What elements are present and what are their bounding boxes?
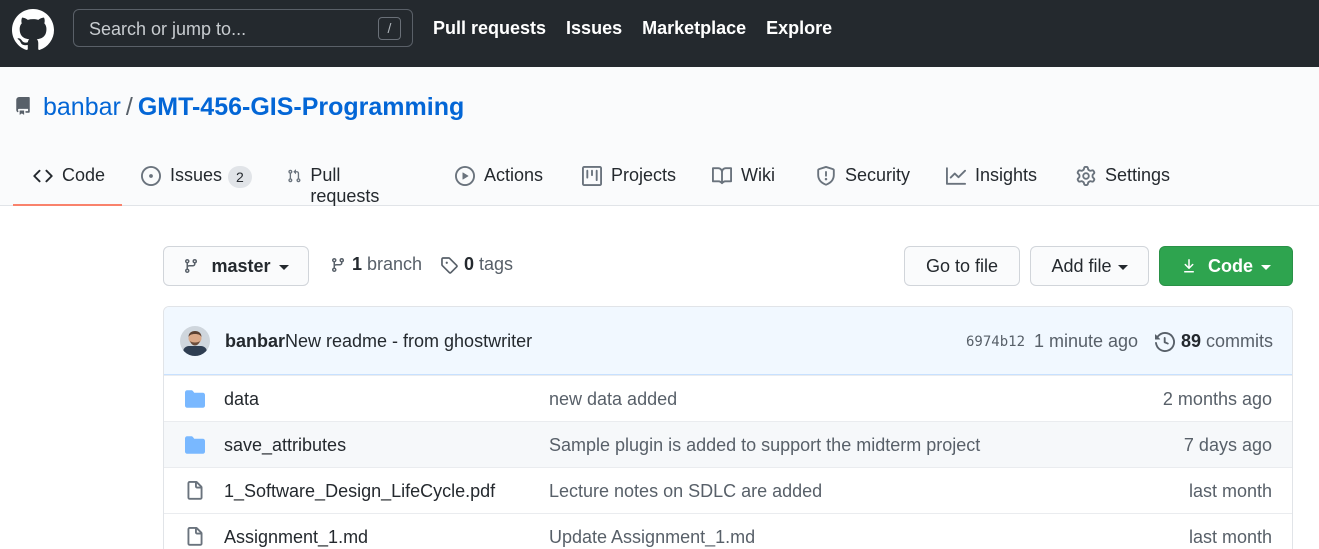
tab-code[interactable]: Code (13, 155, 122, 206)
issue-icon (141, 166, 161, 186)
avatar[interactable] (180, 326, 210, 356)
commit-sha-link[interactable]: 6974b12 (966, 334, 1025, 350)
tab-code-label: Code (62, 165, 106, 185)
tab-projects-label: Projects (611, 165, 677, 185)
graph-icon (946, 167, 966, 185)
tab-insights[interactable]: Insights (946, 155, 1037, 206)
file-commit-message-link[interactable]: new data added (549, 389, 677, 410)
pull-request-icon (288, 169, 301, 183)
global-header: Search or jump to... / Pull requests Iss… (0, 0, 1319, 67)
branches-link[interactable]: 1 branch (330, 254, 422, 275)
add-file-button[interactable]: Add file (1030, 246, 1149, 286)
code-button-label: Code (1208, 255, 1253, 276)
search-placeholder: Search or jump to... (89, 19, 247, 39)
branch-select-button[interactable]: master (163, 246, 309, 286)
gear-icon (1076, 166, 1096, 186)
file-age: last month (1188, 481, 1272, 501)
repo-title: banbar / GMT-456-GIS-Programming (43, 93, 464, 122)
tab-settings-label: Settings (1105, 165, 1171, 185)
tags-link[interactable]: 0 tags (440, 254, 513, 275)
commit-author-link[interactable]: banbar (225, 331, 285, 352)
code-download-button[interactable]: Code (1159, 246, 1293, 286)
repo-header: banbar / GMT-456-GIS-Programming Code Issu… (0, 67, 1319, 206)
code-icon (33, 169, 53, 183)
file-row[interactable]: 1_Software_Design_LifeCycle.pdf Lecture … (164, 467, 1292, 513)
file-age: last month (1188, 527, 1272, 547)
file-age: 7 days ago (1183, 435, 1272, 455)
branch-count-label: branch (367, 254, 423, 274)
tab-security[interactable]: Security (816, 155, 910, 206)
latest-commit-bar: banbar New readme - from ghostwriter 697… (164, 307, 1292, 375)
file-commit-message-link[interactable]: Sample plugin is added to support the mi… (549, 435, 980, 456)
tab-actions-label: Actions (484, 165, 544, 185)
history-icon (1155, 331, 1175, 352)
nav-explore[interactable]: Explore (766, 18, 832, 39)
go-to-file-label: Go to file (925, 255, 999, 276)
tab-settings[interactable]: Settings (1076, 155, 1170, 206)
tab-actions[interactable]: Actions (455, 155, 543, 206)
global-nav: Pull requests Issues Marketplace Explore (433, 18, 832, 39)
search-shortcut-key: / (378, 17, 401, 40)
file-commit-message-link[interactable]: Lecture notes on SDLC are added (549, 481, 822, 502)
file-row[interactable]: data new data added 2 months ago (164, 375, 1292, 421)
file-name-link[interactable]: Assignment_1.md (224, 527, 368, 548)
tab-issues-label: Issues (170, 165, 223, 185)
branch-name: master (211, 255, 271, 276)
tab-security-label: Security (845, 165, 911, 185)
branch-icon (331, 257, 344, 272)
file-listing: banbar New readme - from ghostwriter 697… (163, 306, 1293, 549)
file-row[interactable]: Assignment_1.md Update Assignment_1.md l… (164, 513, 1292, 549)
tab-projects[interactable]: Projects (582, 155, 676, 206)
avatar-image (180, 326, 210, 356)
repo-owner-link[interactable]: banbar (43, 93, 121, 121)
file-row[interactable]: save_attributes Sample plugin is added t… (164, 421, 1292, 467)
folder-icon (185, 390, 205, 408)
file-age: 2 months ago (1162, 389, 1272, 409)
branch-icon (185, 259, 198, 274)
commit-count: 89 (1181, 331, 1202, 351)
folder-icon (185, 436, 205, 454)
nav-marketplace[interactable]: Marketplace (642, 18, 746, 39)
commit-time: 1 minute ago (1034, 331, 1139, 351)
nav-pull-requests[interactable]: Pull requests (433, 18, 546, 39)
chevron-down-icon (1117, 264, 1128, 270)
tab-wiki-label: Wiki (741, 165, 775, 185)
shield-icon (817, 166, 835, 186)
tab-issues[interactable]: Issues 2 (141, 155, 252, 206)
branch-count: 1 (352, 254, 363, 274)
repo-icon (16, 97, 30, 115)
chevron-down-icon (278, 264, 289, 270)
project-icon (582, 166, 602, 186)
file-name-link[interactable]: save_attributes (224, 435, 346, 456)
go-to-file-button[interactable]: Go to file (904, 246, 1020, 286)
book-icon (712, 167, 732, 185)
tag-count-label: tags (479, 254, 514, 274)
file-name-link[interactable]: 1_Software_Design_LifeCycle.pdf (224, 481, 495, 502)
play-icon (455, 166, 475, 186)
nav-issues[interactable]: Issues (566, 18, 622, 39)
repo-name-link[interactable]: GMT-456-GIS-Programming (138, 93, 464, 121)
commits-history-link[interactable]: 89 commits (1155, 331, 1273, 352)
file-commit-message-link[interactable]: Update Assignment_1.md (549, 527, 755, 548)
tag-count: 0 (464, 254, 475, 274)
search-input[interactable]: Search or jump to... / (73, 9, 413, 47)
tab-wiki[interactable]: Wiki (712, 155, 775, 206)
repo-title-separator: / (125, 93, 133, 121)
tab-pull-requests-label: Pull requests (310, 165, 380, 206)
chevron-down-icon (1261, 264, 1271, 270)
add-file-label: Add file (1051, 255, 1112, 276)
issues-count-badge: 2 (228, 166, 252, 188)
commit-count-label: commits (1206, 331, 1274, 351)
tag-icon (441, 256, 458, 274)
file-icon (187, 527, 203, 546)
file-name-link[interactable]: data (224, 389, 259, 410)
commit-message-link[interactable]: New readme - from ghostwriter (285, 331, 532, 352)
file-icon (187, 481, 203, 500)
github-logo-icon[interactable] (12, 9, 54, 51)
download-icon (1184, 259, 1194, 273)
tab-pull-requests[interactable]: Pull requests (287, 155, 385, 206)
tab-insights-label: Insights (975, 165, 1038, 185)
